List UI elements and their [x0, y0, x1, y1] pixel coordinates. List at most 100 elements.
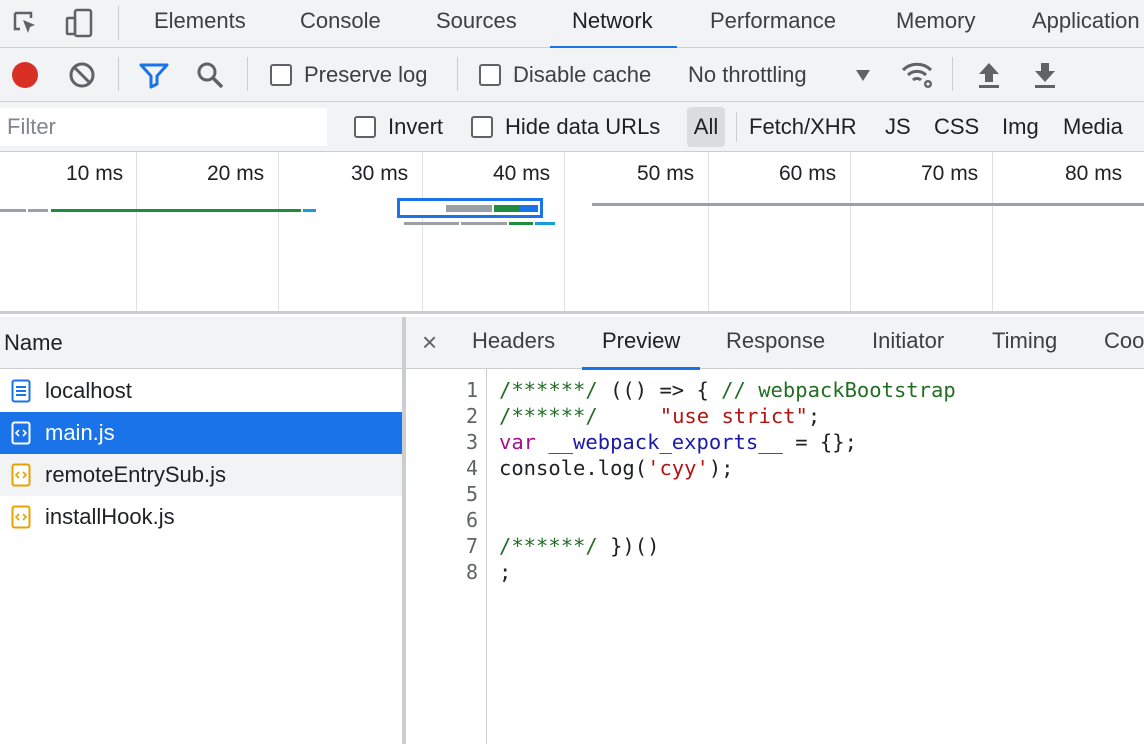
tab-sources[interactable]: Sources: [436, 0, 517, 48]
inspect-element-icon[interactable]: [8, 6, 42, 40]
code-comment: /******/: [499, 534, 598, 558]
checkbox-box[interactable]: [479, 64, 501, 86]
code-line-2: /******/ "use strict";: [499, 403, 820, 429]
chevron-down-icon[interactable]: [855, 48, 871, 102]
waterfall-bar-download: [303, 209, 316, 212]
checkbox-box[interactable]: [270, 64, 292, 86]
disable-cache-checkbox[interactable]: Disable cache: [479, 48, 651, 102]
document-icon: [11, 379, 31, 403]
script-icon: [11, 505, 31, 529]
waterfall-bar-pending: [592, 203, 1144, 206]
detail-tabbar: × Headers Preview Response Initiator Tim…: [406, 317, 1144, 370]
import-har-button[interactable]: [976, 48, 1002, 102]
checkbox-box[interactable]: [354, 116, 376, 138]
timeline-tick: 50 ms: [637, 162, 695, 185]
export-har-button[interactable]: [1032, 48, 1058, 102]
type-filter-all[interactable]: All: [687, 107, 725, 147]
waterfall-selected-bar[interactable]: [397, 198, 543, 218]
type-filter-img[interactable]: Img: [1002, 102, 1039, 152]
request-row-localhost[interactable]: localhost: [0, 370, 402, 412]
device-toolbar-icon[interactable]: [62, 6, 96, 40]
toolbar-separator: [457, 57, 458, 91]
preserve-log-checkbox[interactable]: Preserve log: [270, 48, 428, 102]
tab-performance[interactable]: Performance: [710, 0, 836, 48]
request-name: remoteEntrySub.js: [45, 462, 226, 487]
code-text: (() => {: [597, 378, 722, 402]
throttling-select[interactable]: No throttling: [688, 48, 807, 102]
timeline-tick: 60 ms: [779, 162, 837, 185]
invert-checkbox[interactable]: Invert: [354, 102, 443, 152]
line-number: 6: [465, 508, 478, 532]
line-number: 7: [465, 534, 478, 558]
close-icon[interactable]: ×: [422, 327, 437, 358]
type-filter-js[interactable]: JS: [885, 102, 911, 152]
code-string: 'cyy': [647, 456, 709, 480]
tab-application[interactable]: Application: [1032, 0, 1140, 48]
tab-cookies[interactable]: Coo: [1104, 317, 1144, 369]
line-number: 2: [465, 404, 478, 428]
request-row-main-js[interactable]: main.js: [0, 412, 402, 454]
type-filter-css[interactable]: CSS: [934, 102, 979, 152]
throttling-value: No throttling: [688, 62, 807, 87]
search-button[interactable]: [195, 48, 225, 102]
tab-headers[interactable]: Headers: [472, 317, 555, 369]
tab-response[interactable]: Response: [726, 317, 825, 369]
timeline-gridline: [708, 152, 709, 311]
script-icon: [11, 463, 31, 487]
type-filter-media[interactable]: Media: [1063, 102, 1123, 152]
request-name: localhost: [45, 378, 132, 403]
request-detail: × Headers Preview Response Initiator Tim…: [406, 317, 1144, 744]
code-comment: // webpackBootstrap: [721, 378, 956, 402]
code-text: ;: [807, 404, 821, 428]
tab-memory[interactable]: Memory: [896, 0, 975, 48]
tab-console[interactable]: Console: [300, 0, 381, 48]
filter-input[interactable]: [0, 108, 327, 146]
line-number: 3: [465, 430, 478, 454]
code-line-8: ;: [499, 559, 511, 585]
timeline-tick: 80 ms: [1065, 162, 1123, 185]
timeline-overview[interactable]: 10 ms 20 ms 30 ms 40 ms 50 ms 60 ms 70 m…: [0, 152, 1144, 314]
timeline-gridline: [850, 152, 851, 311]
timeline-tick: 30 ms: [351, 162, 409, 185]
code-text: })(): [597, 534, 660, 558]
waterfall-bar-waiting: [509, 222, 533, 225]
request-name: main.js: [45, 420, 115, 445]
tab-network[interactable]: Network: [550, 0, 677, 49]
tab-preview[interactable]: Preview: [581, 317, 701, 370]
hide-data-urls-checkbox[interactable]: Hide data URLs: [471, 102, 660, 152]
script-icon: [11, 421, 31, 445]
tab-elements[interactable]: Elements: [154, 0, 246, 48]
checkbox-box[interactable]: [471, 116, 493, 138]
clear-icon: [69, 62, 95, 88]
timeline-gridline: [992, 152, 993, 311]
request-row-remoteentrysub-js[interactable]: remoteEntrySub.js: [0, 454, 402, 496]
download-icon: [1035, 63, 1055, 88]
tab-timing[interactable]: Timing: [992, 317, 1057, 369]
code-line-4: console.log('cyy');: [499, 455, 734, 481]
disable-cache-label: Disable cache: [513, 62, 652, 87]
code-keyword: var: [499, 430, 537, 454]
waterfall-bar-waiting: [51, 209, 301, 212]
type-filter-fetch-xhr[interactable]: Fetch/XHR: [749, 102, 857, 152]
timeline-tick: 10 ms: [66, 162, 124, 185]
name-column-header[interactable]: Name: [0, 317, 402, 369]
request-row-installhook-js[interactable]: installHook.js: [0, 496, 402, 538]
preserve-log-label: Preserve log: [304, 62, 428, 87]
filter-bar: Invert Hide data URLs All Fetch/XHR JS C…: [0, 102, 1144, 152]
hide-data-urls-label: Hide data URLs: [505, 114, 661, 139]
line-number-gutter: 1 2 3 4 5 6 7 8: [406, 369, 487, 744]
code-text: ;: [499, 560, 512, 584]
timeline-gridline: [564, 152, 565, 311]
timeline-tick: 40 ms: [493, 162, 551, 185]
toolbar-separator: [118, 57, 119, 91]
line-number: 8: [465, 560, 478, 584]
filter-toggle-button[interactable]: [138, 48, 170, 102]
code-line-7: /******/ })(): [499, 533, 659, 559]
code-text: );: [708, 456, 734, 480]
network-conditions-icon[interactable]: [900, 48, 936, 102]
clear-button[interactable]: [67, 48, 97, 102]
tab-initiator[interactable]: Initiator: [872, 317, 944, 369]
network-toolbar: Preserve log Disable cache No throttling: [0, 48, 1144, 102]
waterfall-bar-queue: [0, 209, 26, 212]
record-button[interactable]: [10, 48, 40, 102]
